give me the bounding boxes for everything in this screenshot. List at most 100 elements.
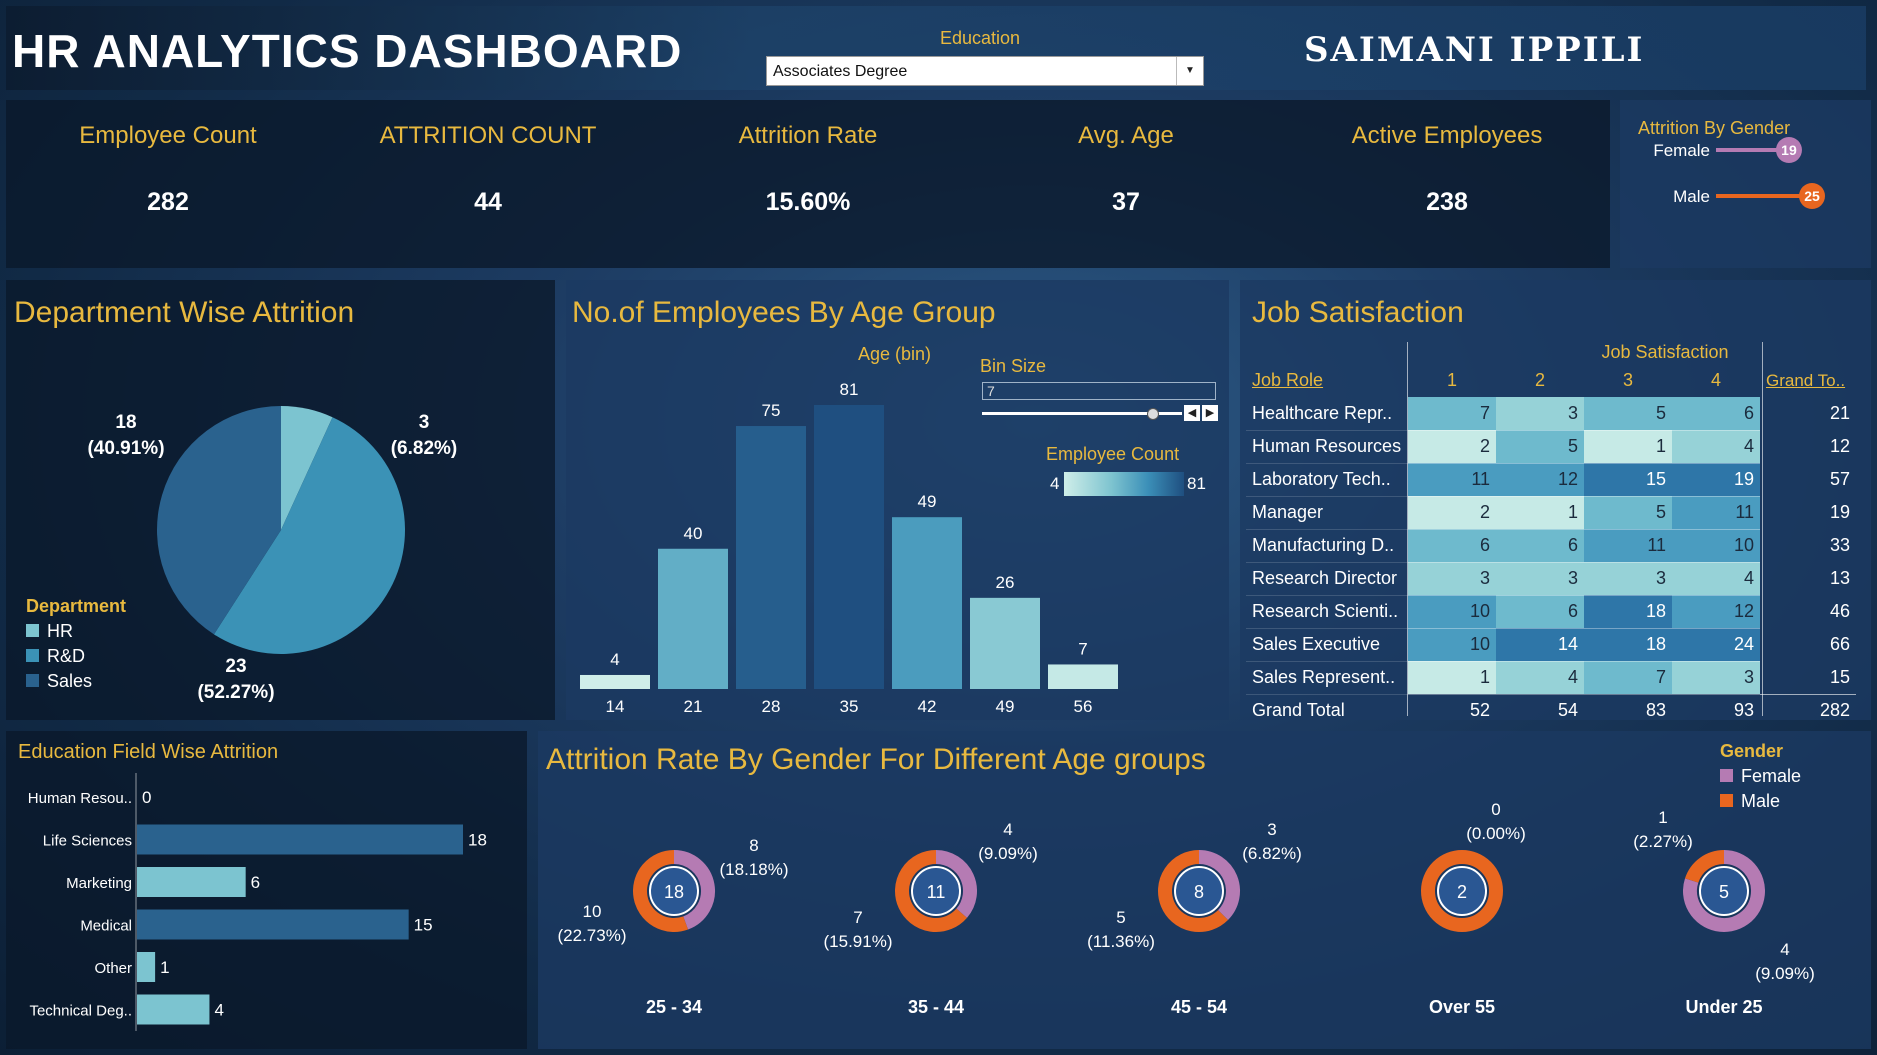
table-cell[interactable]: 2 xyxy=(1408,496,1496,530)
table-row[interactable]: Research Scienti.. 10 6 18 12 46 xyxy=(1246,595,1856,629)
education-field-label: Technical Deg.. xyxy=(29,1003,132,1020)
gender-bar-label: Male xyxy=(1673,187,1710,206)
age-bar[interactable] xyxy=(970,597,1040,689)
gender-bar-value: 25 xyxy=(1804,188,1820,204)
education-field-bar[interactable] xyxy=(137,909,409,940)
age-bar[interactable] xyxy=(580,674,650,689)
table-cell[interactable]: 1 xyxy=(1496,496,1584,530)
table-header[interactable]: 1 xyxy=(1408,364,1496,397)
slider-increment-button[interactable]: ▶ xyxy=(1202,405,1218,421)
table-cell[interactable]: 19 xyxy=(1672,463,1760,497)
table-cell[interactable]: 15 xyxy=(1584,463,1672,497)
table-cell[interactable]: 12 xyxy=(1672,595,1760,629)
education-field-bar[interactable] xyxy=(137,994,210,1025)
table-cell[interactable]: 1 xyxy=(1408,661,1496,695)
donut-total: 18 xyxy=(664,882,684,902)
table-cell[interactable]: 7 xyxy=(1584,661,1672,695)
table-row[interactable]: Sales Executive 10 14 18 24 66 xyxy=(1246,628,1856,662)
education-field-bar[interactable] xyxy=(137,867,246,897)
table-cell[interactable]: 3 xyxy=(1672,661,1760,695)
bin-size-input[interactable]: 7 xyxy=(982,382,1216,400)
table-cell[interactable]: 1 xyxy=(1584,430,1672,464)
table-cell[interactable]: 14 xyxy=(1496,628,1584,662)
male-pct-label: (15.91%) xyxy=(824,932,893,951)
table-cell[interactable]: 6 xyxy=(1496,529,1584,563)
table-total-cell: 52 xyxy=(1469,700,1490,721)
table-row[interactable]: Manufacturing D.. 6 6 11 10 33 xyxy=(1246,529,1856,563)
legend-item-hr[interactable]: HR xyxy=(26,621,126,646)
age-group-panel: No.of Employees By Age Group Age (bin) 4… xyxy=(566,280,1229,720)
table-row[interactable]: Sales Represent.. 1 4 7 3 15 xyxy=(1246,661,1856,695)
table-cell[interactable]: 11 xyxy=(1672,496,1760,530)
table-cell[interactable]: 2 xyxy=(1408,430,1496,464)
education-field-bar[interactable] xyxy=(137,824,463,855)
education-field-label: Other xyxy=(94,960,132,977)
table-cell[interactable]: 4 xyxy=(1672,562,1760,596)
table-cell[interactable]: 3 xyxy=(1496,562,1584,596)
table-row[interactable]: Human Resources 2 5 1 4 12 xyxy=(1246,430,1856,464)
table-cell[interactable]: 3 xyxy=(1584,562,1672,596)
pie-count-label: 3 xyxy=(419,412,430,433)
female-count-label: 8 xyxy=(749,836,758,855)
age-bar-value: 49 xyxy=(918,492,937,511)
education-field-value: 4 xyxy=(214,1001,223,1020)
age-group-label: 45 - 54 xyxy=(1171,997,1227,1017)
table-cell[interactable]: 5 xyxy=(1584,496,1672,530)
education-field-value: 0 xyxy=(142,788,151,807)
table-cell[interactable]: 11 xyxy=(1408,463,1496,497)
slider-decrement-button[interactable]: ◀ xyxy=(1184,405,1200,421)
table-cell[interactable]: 3 xyxy=(1408,562,1496,596)
table-cell[interactable]: 6 xyxy=(1672,397,1760,431)
table-row[interactable]: Healthcare Repr.. 7 3 5 6 21 xyxy=(1246,397,1856,431)
table-cell[interactable]: 10 xyxy=(1408,595,1496,629)
table-cell[interactable]: 10 xyxy=(1408,628,1496,662)
table-header[interactable]: 3 xyxy=(1584,364,1672,397)
table-cell[interactable]: 11 xyxy=(1584,529,1672,563)
table-row-label: Research Scienti.. xyxy=(1246,595,1408,629)
employee-count-legend-title: Employee Count xyxy=(1046,444,1180,464)
kpi-value: 238 xyxy=(1426,188,1468,216)
table-cell[interactable]: 5 xyxy=(1584,397,1672,431)
table-header[interactable]: 4 xyxy=(1672,364,1760,397)
table-cell[interactable]: 4 xyxy=(1496,661,1584,695)
table-cell[interactable]: 6 xyxy=(1408,529,1496,563)
table-cell[interactable]: 6 xyxy=(1496,595,1584,629)
age-bar[interactable] xyxy=(814,405,884,689)
age-bar[interactable] xyxy=(1048,664,1118,689)
legend-item-rd[interactable]: R&D xyxy=(26,646,126,671)
table-row[interactable]: Laboratory Tech.. 11 12 15 19 57 xyxy=(1246,463,1856,497)
legend-item-sales[interactable]: Sales xyxy=(26,671,126,696)
table-header[interactable]: Job Role xyxy=(1246,364,1408,397)
table-cell[interactable]: 18 xyxy=(1584,628,1672,662)
table-header[interactable]: Grand To.. xyxy=(1760,364,1856,397)
table-cell[interactable]: 5 xyxy=(1496,430,1584,464)
age-bar[interactable] xyxy=(658,548,728,689)
age-bar[interactable] xyxy=(736,426,806,689)
kpi-panel: Employee Count 282 ATTRITION COUNT 44 At… xyxy=(6,100,1610,268)
table-row-label: Sales Executive xyxy=(1246,628,1408,662)
table-row[interactable]: Research Director 3 3 3 4 13 xyxy=(1246,562,1856,596)
table-header[interactable]: 2 xyxy=(1496,364,1584,397)
education-filter-dropdown[interactable]: Associates Degree ▼ xyxy=(766,56,1204,86)
bin-size-slider[interactable] xyxy=(982,408,1182,420)
age-tick-label: 21 xyxy=(684,697,703,716)
age-bar[interactable] xyxy=(892,517,962,689)
table-cell[interactable]: 12 xyxy=(1496,463,1584,497)
gender-bar[interactable] xyxy=(1716,194,1812,198)
table-cell[interactable]: 10 xyxy=(1672,529,1760,563)
education-field-bar[interactable] xyxy=(137,952,156,982)
kpi-value: 44 xyxy=(474,188,502,216)
dashboard-title: HR ANALYTICS DASHBOARD xyxy=(12,25,683,77)
chevron-down-icon[interactable]: ▼ xyxy=(1176,57,1203,85)
female-count-label: 0 xyxy=(1491,800,1500,819)
table-cell[interactable]: 24 xyxy=(1672,628,1760,662)
slider-thumb[interactable] xyxy=(1147,408,1159,420)
table-cell[interactable]: 4 xyxy=(1672,430,1760,464)
table-grand-total-row: Grand Total 52 54 83 93 282 xyxy=(1246,694,1856,727)
table-cell[interactable]: 18 xyxy=(1584,595,1672,629)
table-cell[interactable]: 7 xyxy=(1408,397,1496,431)
table-cell[interactable]: 3 xyxy=(1496,397,1584,431)
table-row[interactable]: Manager 2 1 5 11 19 xyxy=(1246,496,1856,530)
age-bar-value: 40 xyxy=(684,524,703,543)
age-gender-panel: Attrition Rate By Gender For Different A… xyxy=(538,731,1871,1049)
